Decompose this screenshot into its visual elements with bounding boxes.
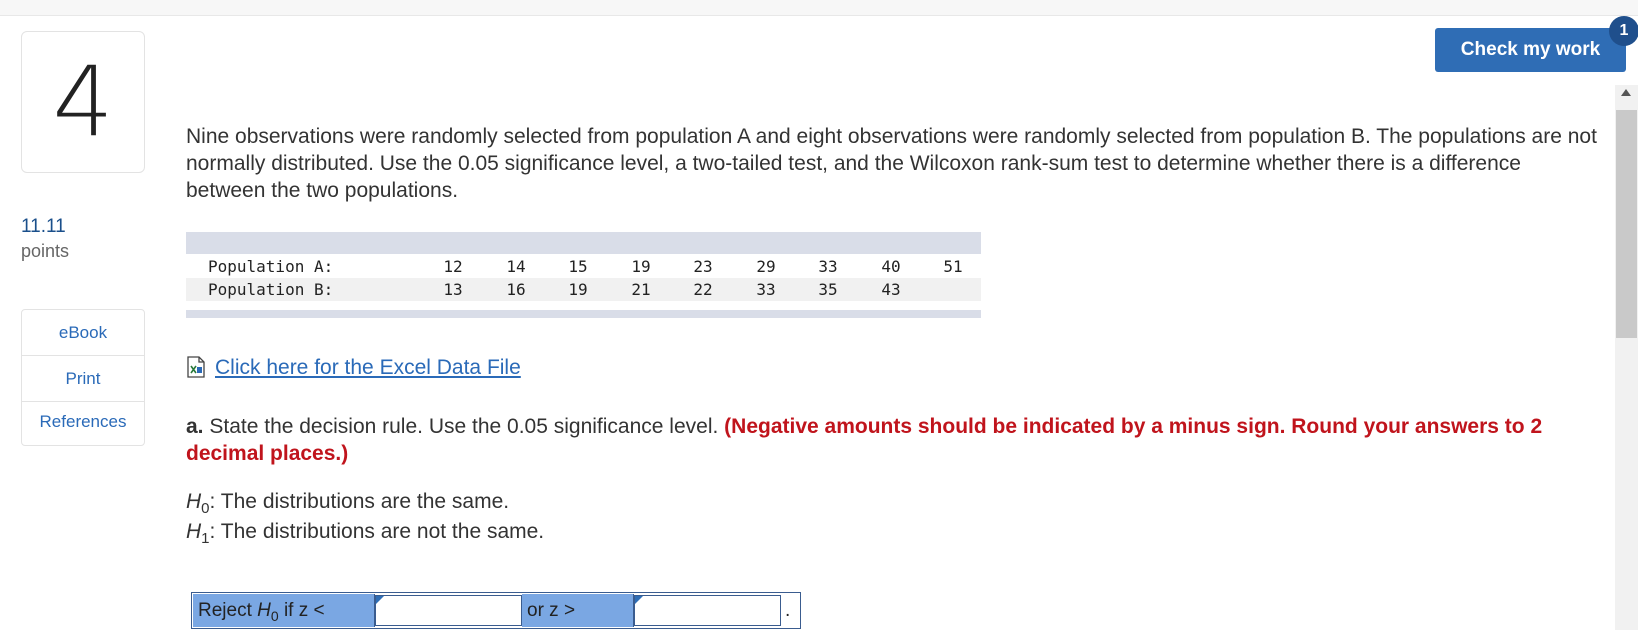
table-cell: 40: [881, 257, 901, 276]
excel-file-icon[interactable]: [186, 356, 206, 378]
table-cell: 33: [756, 280, 776, 299]
references-link[interactable]: References: [22, 402, 144, 445]
scroll-up-arrow-icon[interactable]: [1621, 89, 1631, 96]
question-number: 4: [52, 46, 114, 158]
table-cell: 51: [943, 257, 963, 276]
question-number-box: 4: [21, 31, 145, 173]
or-label-cell: or z >: [522, 594, 634, 627]
table-cell: 22: [693, 280, 713, 299]
table-cell: 19: [631, 257, 651, 276]
reject-h-subscript: 0: [270, 607, 279, 624]
points-label: points: [21, 241, 70, 261]
h0-subscript: 0: [201, 500, 210, 518]
table-cell: 23: [693, 257, 713, 276]
table-header-band: [186, 232, 981, 254]
h0-text: : The distributions are the same.: [209, 490, 510, 513]
table-footer-band: [186, 310, 981, 318]
side-links: eBook Print References: [21, 309, 145, 446]
table-cell: 12: [443, 257, 463, 276]
table-cell: 33: [818, 257, 838, 276]
row-label: Population A:: [208, 257, 334, 276]
question-text: Nine observations were randomly selected…: [186, 125, 1597, 202]
upper-critical-value-input[interactable]: [634, 595, 781, 626]
data-table: Population A: 12 14 15 19 23 29 33 40 51…: [186, 232, 981, 318]
end-period: .: [785, 600, 791, 621]
h0-symbol: H: [186, 490, 202, 513]
table-cell: 14: [506, 257, 526, 276]
part-a-label: a.: [186, 415, 204, 438]
reject-prefix: Reject: [198, 600, 252, 621]
top-bar: [0, 0, 1638, 16]
table-row: Population A: 12 14 15 19 23 29 33 40 51: [186, 255, 981, 278]
reject-h-symbol: H: [257, 600, 271, 621]
print-link[interactable]: Print: [22, 356, 144, 402]
excel-data-link[interactable]: Click here for the Excel Data File: [215, 356, 521, 380]
reject-suffix: if z <: [283, 600, 325, 621]
table-cell: 13: [443, 280, 463, 299]
check-my-work-button[interactable]: Check my work: [1435, 28, 1626, 72]
h1-subscript: 1: [201, 530, 210, 548]
table-cell: 35: [818, 280, 838, 299]
null-hypothesis: H0: The distributions are the same.: [186, 490, 509, 517]
attempt-badge: 1: [1609, 16, 1638, 46]
table-cell: 29: [756, 257, 776, 276]
table-cell: 43: [881, 280, 901, 299]
table-cell: 19: [568, 280, 588, 299]
part-a-text: State the decision rule. Use the 0.05 si…: [209, 415, 719, 438]
decision-rule-box: Reject H0 if z < or z > .: [191, 592, 801, 629]
table-cell: 21: [631, 280, 651, 299]
ebook-link[interactable]: eBook: [22, 310, 144, 356]
h1-symbol: H: [186, 520, 202, 543]
points-value: 11.11: [21, 216, 66, 237]
part-a-prompt: a. State the decision rule. Use the 0.05…: [186, 413, 1566, 467]
end-punct-cell: .: [781, 594, 799, 627]
alternative-hypothesis: H1: The distributions are not the same.: [186, 520, 544, 547]
reject-label-cell: Reject H0 if z <: [193, 594, 375, 627]
table-row: Population B: 13 16 19 21 22 33 35 43: [186, 278, 981, 301]
or-label: or z >: [527, 600, 576, 621]
scroll-thumb[interactable]: [1616, 110, 1637, 338]
table-cell: 16: [506, 280, 526, 299]
table-cell: 15: [568, 257, 588, 276]
row-label: Population B:: [208, 280, 334, 299]
scrollbar[interactable]: [1615, 85, 1638, 630]
lower-critical-value-input[interactable]: [375, 595, 522, 626]
h1-text: : The distributions are not the same.: [209, 520, 545, 543]
